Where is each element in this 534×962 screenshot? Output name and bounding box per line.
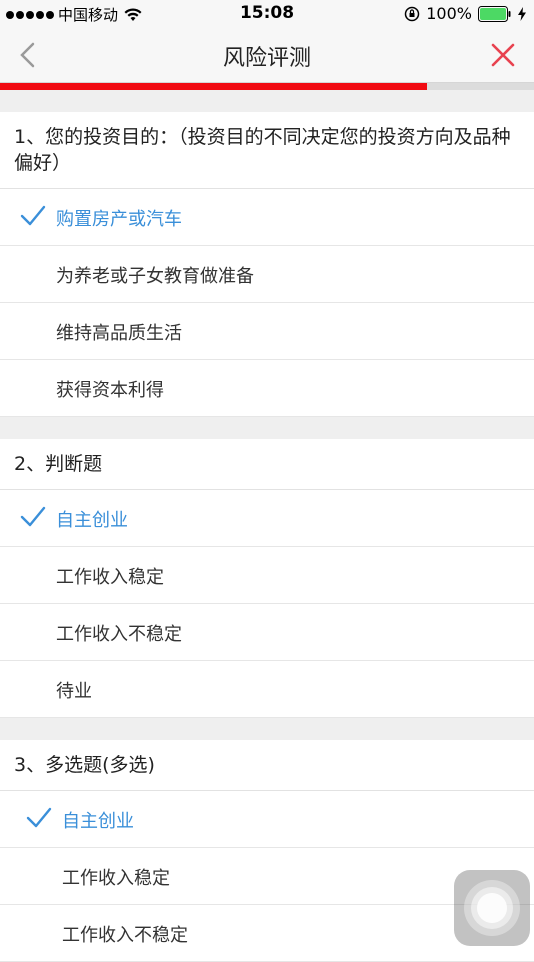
progress-bar bbox=[0, 83, 534, 90]
question-text: 2、判断题 bbox=[0, 439, 534, 490]
answer-option-label: 工作收入稳定 bbox=[62, 868, 170, 889]
section-gap bbox=[0, 718, 534, 740]
checkmark-icon bbox=[20, 506, 46, 527]
answer-option[interactable]: 为养老或子女教育做准备 bbox=[0, 246, 534, 303]
checkmark-icon bbox=[20, 205, 46, 226]
progress-bar-fill bbox=[0, 83, 428, 90]
answer-option-label: 获得资本利得 bbox=[56, 380, 164, 401]
status-bar: 中国移动 15:08 100% bbox=[0, 0, 534, 28]
answer-option-label: 工作收入不稳定 bbox=[56, 624, 182, 645]
answer-option[interactable]: 待业 bbox=[0, 661, 534, 718]
answer-option-label: 维持高品质生活 bbox=[56, 323, 182, 344]
question-block: 2、判断题自主创业工作收入稳定 工作收入不稳定 待业 bbox=[0, 439, 534, 718]
question-text: 3、多选题(多选) bbox=[0, 740, 534, 791]
answer-option[interactable]: 购置房产或汽车 bbox=[0, 189, 534, 246]
charging-bolt-icon bbox=[518, 6, 526, 21]
answer-option-label: 为养老或子女教育做准备 bbox=[56, 266, 254, 287]
answer-option[interactable]: 工作收入稳定 bbox=[0, 547, 534, 604]
battery-percent: 100% bbox=[426, 4, 472, 23]
section-gap bbox=[0, 90, 534, 112]
question-block: 1、您的投资目的：（投资目的不同决定您的投资方向及品种偏好） 购置房产或汽车为养老… bbox=[0, 112, 534, 417]
answer-option[interactable]: 自主创业 bbox=[0, 490, 534, 547]
questionnaire: 1、您的投资目的：（投资目的不同决定您的投资方向及品种偏好） 购置房产或汽车为养老… bbox=[0, 90, 534, 962]
page-title: 风险评测 bbox=[222, 46, 311, 71]
section-gap bbox=[0, 417, 534, 439]
question-text: 1、您的投资目的：（投资目的不同决定您的投资方向及品种偏好） bbox=[0, 112, 534, 189]
answer-option-label: 自主创业 bbox=[62, 811, 134, 832]
answer-option-label: 工作收入不稳定 bbox=[62, 925, 188, 946]
close-icon[interactable] bbox=[490, 42, 516, 68]
checkmark-icon bbox=[26, 807, 52, 828]
rotation-lock-icon bbox=[405, 6, 420, 21]
answer-option[interactable]: 获得资本利得 bbox=[0, 360, 534, 417]
answer-option-label: 待业 bbox=[56, 681, 92, 702]
battery-icon bbox=[478, 5, 511, 22]
status-right: 100% bbox=[404, 4, 526, 23]
answer-option[interactable]: 自主创业 bbox=[0, 791, 534, 848]
answer-option[interactable]: 工作收入不稳定 bbox=[0, 604, 534, 661]
answer-option-label: 购置房产或汽车 bbox=[56, 209, 182, 230]
assistive-touch-button[interactable] bbox=[454, 870, 530, 946]
answer-option-label: 工作收入稳定 bbox=[56, 567, 164, 588]
navigation-bar: 风险评测 bbox=[0, 28, 534, 83]
answer-option-label: 自主创业 bbox=[56, 510, 128, 531]
answer-option[interactable]: 维持高品质生活 bbox=[0, 303, 534, 360]
